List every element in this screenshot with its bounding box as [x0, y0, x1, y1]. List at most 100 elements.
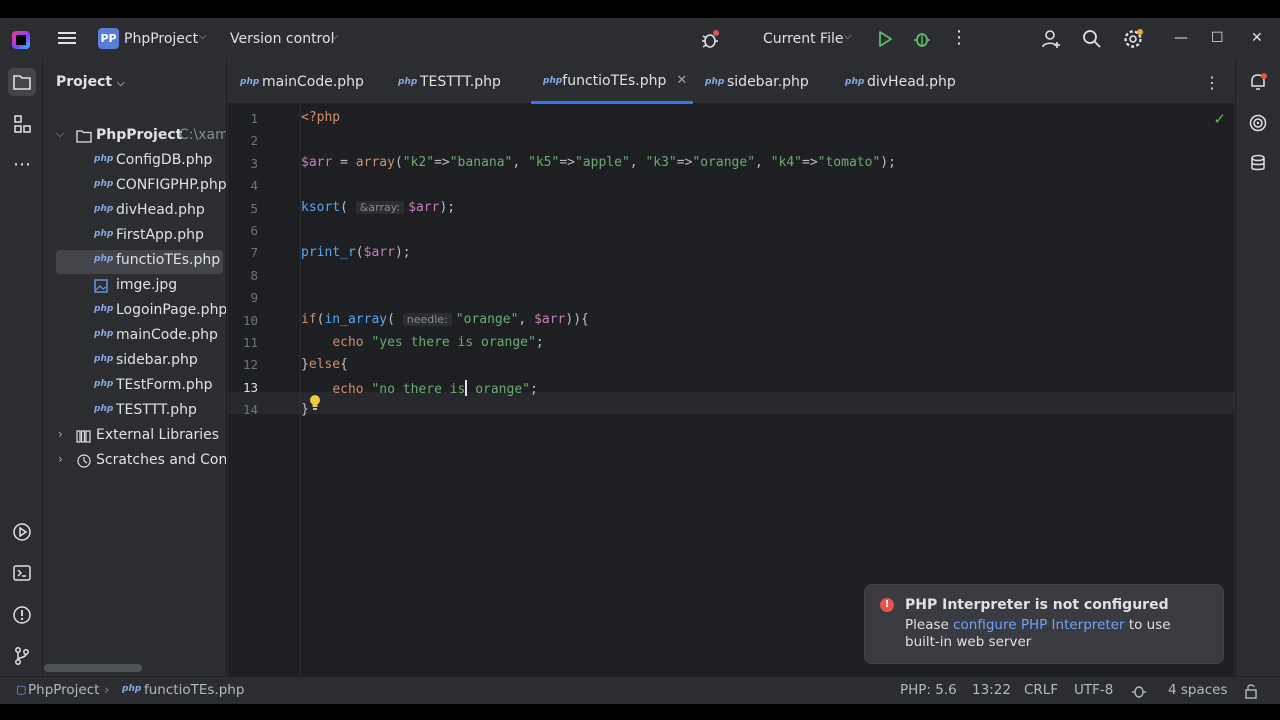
bug-icon[interactable]	[699, 28, 721, 50]
breadcrumb-file[interactable]: functioTEs.php	[144, 682, 244, 698]
code-token: =>	[434, 155, 450, 170]
tree-file-item[interactable]: php TESTTT.php	[44, 400, 226, 424]
code-token: ,	[518, 312, 535, 327]
problems-tool-button[interactable]	[8, 601, 36, 629]
tree-root-phpproject[interactable]: ⌵ PhpProject C:\xamp	[44, 125, 226, 149]
structure-tool-button[interactable]	[8, 110, 36, 138]
terminal-icon	[13, 565, 31, 581]
code-token: else	[308, 357, 341, 372]
chevron-down-icon[interactable]: ⌵	[331, 31, 339, 42]
version-control-widget[interactable]: Version control	[230, 31, 334, 47]
git-branch-icon	[15, 647, 29, 665]
tree-file-item[interactable]: php sidebar.php	[44, 350, 226, 374]
debug-icon[interactable]	[912, 29, 932, 49]
tab-functiotes[interactable]: php functioTEs.php ✕	[531, 60, 693, 104]
caret-position[interactable]: 13:22	[972, 682, 1011, 698]
horizontal-scrollbar[interactable]	[44, 664, 142, 672]
tree-file-item[interactable]: php LogoinPage.php	[44, 300, 227, 324]
php-file-icon: php	[845, 77, 865, 87]
code-line-1[interactable]: <?php	[301, 110, 340, 125]
account-icon[interactable]	[1040, 28, 1062, 50]
chevron-right-icon[interactable]: ›	[58, 452, 63, 466]
code-token: "k4"	[770, 155, 802, 170]
code-token: );	[880, 155, 896, 170]
project-panel-title[interactable]: Project ⌵	[56, 74, 125, 90]
tab-sidebar[interactable]: php sidebar.php	[705, 60, 809, 104]
code-line-11[interactable]: echo "yes there is orange";	[301, 335, 543, 350]
left-tool-strip: ⋯	[0, 60, 43, 676]
library-icon	[76, 430, 91, 443]
database-icon[interactable]	[1248, 153, 1268, 173]
inspection-bug-icon[interactable]	[1131, 683, 1147, 699]
tree-file-item[interactable]: php ConfigDB.php	[44, 150, 226, 174]
close-button[interactable]: ✕	[1251, 30, 1263, 46]
chevron-right-icon[interactable]: ›	[58, 427, 63, 441]
tabs-menu-icon[interactable]: ⋮	[1204, 73, 1220, 92]
chevron-down-icon[interactable]: ⌵	[117, 78, 125, 89]
no-problems-check-icon[interactable]: ✓	[1213, 110, 1226, 128]
tree-file-label: LogoinPage.php	[116, 302, 227, 318]
terminal-tool-button[interactable]	[8, 559, 36, 587]
project-badge[interactable]: PP	[98, 28, 119, 49]
tree-file-label: CONFIGPHP.php	[116, 177, 227, 193]
php-language-level[interactable]: PHP: 5.6	[900, 682, 957, 698]
more-tools-icon[interactable]: ⋯	[8, 150, 36, 178]
git-tool-button[interactable]	[8, 642, 36, 670]
settings-gear-icon[interactable]	[1122, 28, 1144, 50]
close-tab-icon[interactable]: ✕	[676, 73, 687, 88]
services-tool-button[interactable]	[8, 518, 36, 546]
folder-icon	[13, 75, 31, 90]
code-line-3[interactable]: $arr = array("k2"=>"banana", "k5"=>"appl…	[301, 155, 896, 170]
structure-icon	[14, 115, 31, 133]
tab-testtt[interactable]: php TESTTT.php	[398, 60, 501, 104]
minimize-button[interactable]: —	[1174, 30, 1188, 46]
project-widget[interactable]: PhpProject	[124, 31, 198, 47]
main-menu-icon[interactable]	[58, 30, 76, 46]
ai-assistant-icon[interactable]	[1248, 113, 1268, 133]
code-line-10[interactable]: if(in_array( needle: "orange", $arr)){	[301, 312, 589, 327]
file-encoding[interactable]: UTF-8	[1074, 682, 1113, 698]
code-token: (	[387, 312, 403, 327]
code-line-12[interactable]: }else{	[301, 357, 348, 372]
breadcrumb-project[interactable]: PhpProject	[28, 682, 99, 698]
run-icon[interactable]	[877, 30, 893, 48]
notification-popup[interactable]: ! PHP Interpreter is not configured Plea…	[864, 584, 1224, 664]
tree-file-item[interactable]: php divHead.php	[44, 200, 226, 224]
tree-file-item[interactable]: imge.jpg	[44, 275, 226, 299]
code-line-7[interactable]: print_r($arr);	[301, 245, 411, 260]
line-number: 11	[242, 335, 258, 350]
notifications-bell-icon[interactable]	[1248, 72, 1268, 92]
project-tool-button[interactable]	[8, 68, 36, 96]
line-separator[interactable]: CRLF	[1024, 682, 1058, 698]
run-config-selector[interactable]: Current File	[763, 31, 843, 47]
php-file-icon: php	[94, 179, 114, 189]
maximize-button[interactable]: ☐	[1211, 30, 1224, 46]
lock-icon[interactable]	[1244, 683, 1258, 699]
configure-interpreter-link[interactable]: configure PHP Interpreter	[953, 617, 1124, 633]
code-token: "banana"	[449, 155, 513, 170]
code-line-5[interactable]: ksort( &array: $arr);	[301, 200, 455, 215]
code-line-14[interactable]: }	[301, 402, 309, 417]
tree-file-item[interactable]: php mainCode.php	[44, 325, 226, 349]
tree-scratches[interactable]: › Scratches and Cons	[44, 450, 226, 474]
tree-file-item[interactable]: php CONFIGPHP.php	[44, 175, 227, 199]
line-number: 6	[250, 223, 258, 238]
tree-file-item[interactable]: php TEstForm.php	[44, 375, 226, 399]
code-line-13[interactable]: echo "no there is orange";	[301, 380, 538, 397]
chevron-down-icon[interactable]: ⌵	[199, 31, 207, 42]
search-icon[interactable]	[1081, 28, 1103, 50]
tab-divhead[interactable]: php divHead.php	[845, 60, 956, 104]
indent-setting[interactable]: 4 spaces	[1168, 682, 1228, 698]
tree-file-item[interactable]: php FirstApp.php	[44, 225, 226, 249]
chevron-down-icon[interactable]: ⌵	[844, 31, 852, 42]
line-number: 8	[250, 267, 258, 283]
tree-file-label: sidebar.php	[116, 352, 198, 368]
chevron-down-icon[interactable]: ⌵	[56, 127, 64, 141]
more-icon[interactable]: ⋮	[950, 28, 968, 48]
tree-external-libraries[interactable]: › External Libraries	[44, 425, 226, 449]
tab-label: mainCode.php	[262, 74, 364, 90]
code-token: "apple"	[574, 155, 630, 170]
tab-maincode[interactable]: php mainCode.php	[240, 60, 364, 104]
tree-file-item[interactable]: php functioTEs.php	[56, 250, 223, 274]
tab-label: divHead.php	[867, 74, 956, 90]
